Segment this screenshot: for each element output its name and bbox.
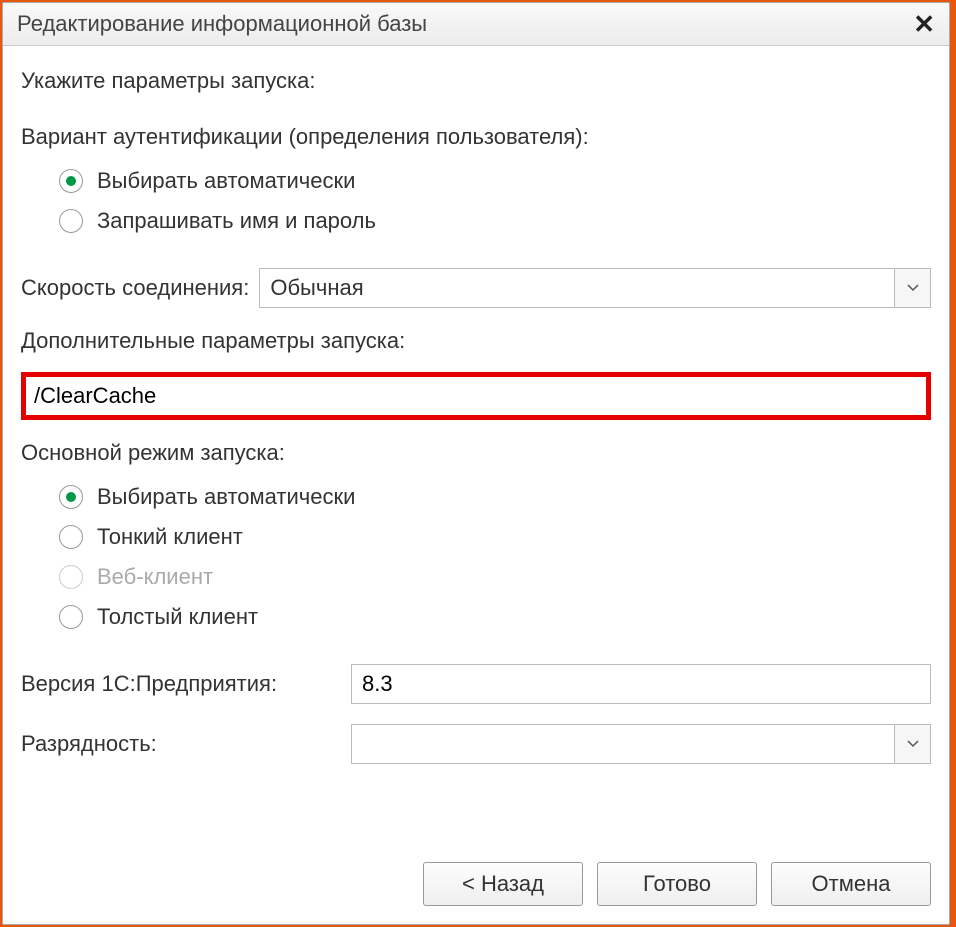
- runmode-thin-label: Тонкий клиент: [97, 524, 243, 550]
- auth-label: Вариант аутентификации (определения поль…: [21, 124, 931, 150]
- extra-params-label: Дополнительные параметры запуска:: [21, 328, 931, 354]
- runmode-radio-group: Выбирать автоматически Тонкий клиент Веб…: [59, 484, 931, 644]
- runmode-radio-thin[interactable]: Тонкий клиент: [59, 524, 931, 550]
- radio-icon: [59, 605, 83, 629]
- version-row: Версия 1С:Предприятия:: [21, 664, 931, 704]
- cancel-button[interactable]: Отмена: [771, 862, 931, 906]
- auth-radio-group: Выбирать автоматически Запрашивать имя и…: [59, 168, 931, 248]
- dialog-content: Укажите параметры запуска: Вариант аутен…: [3, 46, 949, 924]
- runmode-label: Основной режим запуска:: [21, 440, 931, 466]
- auth-radio-auto[interactable]: Выбирать автоматически: [59, 168, 931, 194]
- auth-auto-label: Выбирать автоматически: [97, 168, 355, 194]
- version-input[interactable]: [351, 664, 931, 704]
- dialog-title: Редактирование информационной базы: [17, 11, 427, 37]
- radio-icon: [59, 209, 83, 233]
- titlebar: Редактирование информационной базы ✕: [3, 3, 949, 46]
- close-icon[interactable]: ✕: [913, 11, 935, 37]
- dialog-window: Редактирование информационной базы ✕ Ука…: [2, 2, 950, 925]
- extra-params-highlight: [21, 372, 931, 420]
- bitness-row: Разрядность:: [21, 724, 931, 764]
- radio-icon: [59, 565, 83, 589]
- radio-icon: [59, 525, 83, 549]
- chevron-down-icon[interactable]: [894, 725, 930, 763]
- version-label: Версия 1С:Предприятия:: [21, 671, 341, 697]
- done-button[interactable]: Готово: [597, 862, 757, 906]
- runmode-radio-auto[interactable]: Выбирать автоматически: [59, 484, 931, 510]
- runmode-radio-web: Веб-клиент: [59, 564, 931, 590]
- chevron-down-icon[interactable]: [894, 269, 930, 307]
- runmode-web-label: Веб-клиент: [97, 564, 213, 590]
- runmode-thick-label: Толстый клиент: [97, 604, 258, 630]
- auth-prompt-label: Запрашивать имя и пароль: [97, 208, 376, 234]
- speed-row: Скорость соединения: Обычная: [21, 268, 931, 308]
- runmode-radio-thick[interactable]: Толстый клиент: [59, 604, 931, 630]
- extra-params-input[interactable]: [26, 377, 926, 415]
- button-bar: < Назад Готово Отмена: [21, 832, 931, 906]
- bitness-combo[interactable]: [351, 724, 931, 764]
- heading-label: Укажите параметры запуска:: [21, 68, 931, 94]
- radio-icon: [59, 485, 83, 509]
- bitness-value: [352, 725, 894, 763]
- auth-radio-prompt[interactable]: Запрашивать имя и пароль: [59, 208, 931, 234]
- back-button[interactable]: < Назад: [423, 862, 583, 906]
- runmode-auto-label: Выбирать автоматически: [97, 484, 355, 510]
- speed-value: Обычная: [260, 269, 894, 307]
- bitness-label: Разрядность:: [21, 731, 341, 757]
- speed-combo[interactable]: Обычная: [259, 268, 931, 308]
- speed-label: Скорость соединения:: [21, 275, 249, 301]
- radio-icon: [59, 169, 83, 193]
